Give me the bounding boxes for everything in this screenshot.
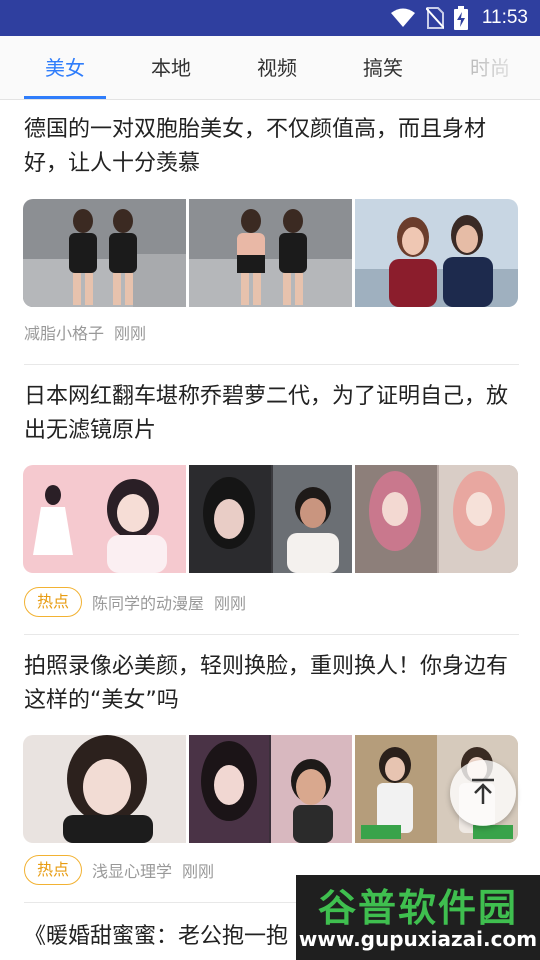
tab-video[interactable]: 视频	[224, 36, 330, 99]
article-title[interactable]: 拍照录像必美颜，轻则换脸，重则换人！你身边有这样的“美女”吗	[24, 650, 524, 718]
tab-beauty[interactable]: 美女	[12, 36, 118, 99]
source-name: 陈同学的动漫屋	[92, 594, 205, 613]
active-tab-indicator	[24, 96, 106, 99]
thumbnail-image[interactable]	[23, 465, 186, 573]
thumbnail-image[interactable]	[189, 735, 352, 843]
site-watermark: 谷普软件园 www.gupuxiazai.com	[296, 875, 540, 960]
arrow-up-icon	[468, 776, 498, 810]
thumbnail-image[interactable]	[23, 199, 186, 307]
thumbnail-image[interactable]	[23, 735, 186, 843]
tabs-fade	[470, 36, 540, 99]
publish-time: 刚刚	[214, 594, 247, 613]
hot-badge: 热点	[24, 587, 83, 617]
category-tabs: 美女 本地 视频 搞笑 时尚	[0, 36, 540, 100]
wifi-icon	[390, 8, 416, 28]
article-title[interactable]: 德国的一对双胞胎美女，不仅颜值高，而且身材好，让人十分羡慕	[24, 113, 524, 181]
article-meta: 热点 浅显心理学 刚刚	[24, 855, 214, 885]
thumbnail-image[interactable]	[189, 199, 352, 307]
divider	[24, 634, 519, 635]
thumbnail-image[interactable]	[355, 199, 518, 307]
article-thumbnails[interactable]	[23, 465, 518, 573]
publish-time: 刚刚	[114, 324, 147, 343]
status-icons: 11:53	[390, 0, 528, 36]
back-to-top-button[interactable]	[450, 760, 516, 826]
thumbnail-image[interactable]	[189, 465, 352, 573]
divider	[24, 364, 519, 365]
source-name: 减脂小格子	[24, 324, 105, 343]
no-sim-icon	[425, 7, 444, 29]
source-name: 浅显心理学	[92, 862, 173, 881]
publish-time: 刚刚	[182, 862, 215, 881]
watermark-url: www.gupuxiazai.com	[298, 927, 538, 951]
article-title[interactable]: 日本网红翻车堪称乔碧萝二代，为了证明自己，放出无滤镜原片	[24, 380, 524, 448]
article-meta: 热点 陈同学的动漫屋 刚刚	[24, 587, 246, 617]
status-bar: 11:53	[0, 0, 540, 36]
thumbnail-image[interactable]	[355, 465, 518, 573]
clock: 11:53	[481, 7, 528, 28]
article-thumbnails[interactable]	[23, 199, 518, 307]
hot-badge: 热点	[24, 855, 83, 885]
battery-charging-icon	[453, 6, 468, 30]
article-thumbnails[interactable]	[23, 735, 518, 843]
tab-funny[interactable]: 搞笑	[330, 36, 436, 99]
tab-local[interactable]: 本地	[118, 36, 224, 99]
watermark-title: 谷普软件园	[317, 886, 518, 930]
article-meta: 减脂小格子 刚刚	[24, 317, 146, 347]
